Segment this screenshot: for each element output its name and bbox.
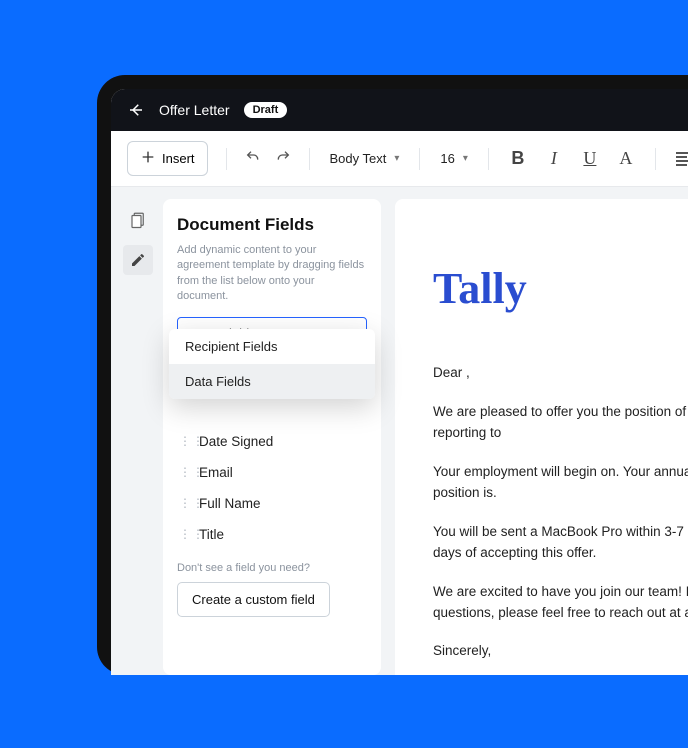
document-canvas[interactable]: Tally Dear , We are pleased to offer you…: [395, 199, 688, 675]
tablet-frame: Offer Letter Draft Insert B: [97, 75, 688, 675]
field-item[interactable]: ⋮⋮ Date Signed: [177, 428, 367, 455]
doc-paragraph: We are excited to have you join our team…: [433, 582, 688, 624]
field-label: Title: [199, 527, 224, 542]
editor-toolbar: Insert Body Text ▾ 16 ▾: [111, 131, 688, 187]
page-title: Offer Letter: [159, 102, 230, 118]
create-custom-field-button[interactable]: Create a custom field: [177, 582, 330, 617]
align-left-icon: [676, 152, 688, 166]
field-item[interactable]: ⋮⋮ Title: [177, 521, 367, 548]
editor-main: Document Fields Add dynamic content to y…: [111, 187, 688, 675]
drag-handle-icon[interactable]: ⋮⋮: [179, 465, 189, 479]
paragraph-style-dropdown[interactable]: Body Text ▾: [328, 147, 402, 170]
side-panel: Document Fields Add dynamic content to y…: [123, 199, 381, 675]
font-size-dropdown[interactable]: 16 ▾: [438, 147, 470, 170]
chevron-down-icon: ▾: [394, 153, 399, 164]
app-screen: Offer Letter Draft Insert B: [111, 89, 688, 675]
edit-tab[interactable]: [123, 245, 153, 275]
document-fields-card: Document Fields Add dynamic content to y…: [163, 199, 381, 675]
text-color-button[interactable]: A: [615, 148, 637, 169]
field-list: ⋮⋮ Date Signed ⋮⋮ Email ⋮⋮ Full Name ⋮: [177, 428, 367, 548]
field-item[interactable]: ⋮⋮ Full Name: [177, 490, 367, 517]
pages-tab[interactable]: [123, 205, 153, 235]
toolbar-separator: [309, 148, 310, 170]
drag-handle-icon[interactable]: ⋮⋮: [179, 496, 189, 510]
company-logo: Tally: [433, 255, 688, 323]
font-size-value: 16: [440, 151, 454, 166]
undo-icon[interactable]: [245, 149, 261, 168]
back-arrow-icon[interactable]: [127, 101, 145, 119]
field-label: Date Signed: [199, 434, 273, 449]
field-label: Email: [199, 465, 233, 480]
field-type-popover: Recipient Fields Data Fields: [169, 329, 375, 399]
field-item[interactable]: ⋮⋮ Email: [177, 459, 367, 486]
toolbar-separator: [488, 148, 489, 170]
drag-handle-icon[interactable]: ⋮⋮: [179, 527, 189, 541]
option-recipient-fields[interactable]: Recipient Fields: [169, 329, 375, 364]
titlebar: Offer Letter Draft: [111, 89, 688, 131]
redo-icon[interactable]: [275, 149, 291, 168]
status-badge: Draft: [244, 102, 288, 118]
insert-label: Insert: [162, 151, 195, 166]
chevron-down-icon: ▾: [463, 153, 468, 164]
custom-field-prompt: Don't see a field you need?: [177, 562, 367, 574]
align-dropdown[interactable]: ▾: [674, 148, 688, 170]
field-label: Full Name: [199, 496, 261, 511]
drag-handle-icon[interactable]: ⋮⋮: [179, 434, 189, 448]
doc-paragraph: Dear ,: [433, 363, 688, 384]
doc-paragraph: We are pleased to offer you the position…: [433, 402, 688, 444]
toolbar-separator: [655, 148, 656, 170]
plus-icon: [140, 149, 156, 168]
panel-description: Add dynamic content to your agreement te…: [177, 243, 367, 305]
option-data-fields[interactable]: Data Fields: [169, 364, 375, 399]
side-tabs: [123, 199, 153, 675]
panel-title: Document Fields: [177, 215, 367, 235]
insert-button[interactable]: Insert: [127, 141, 208, 176]
bold-button[interactable]: B: [507, 148, 529, 169]
toolbar-separator: [419, 148, 420, 170]
doc-paragraph: Sincerely,: [433, 641, 688, 662]
toolbar-separator: [226, 148, 227, 170]
paragraph-style-label: Body Text: [330, 151, 387, 166]
doc-paragraph: You will be sent a MacBook Pro within 3-…: [433, 522, 688, 564]
italic-button[interactable]: I: [543, 148, 565, 169]
doc-paragraph: Your employment will begin on. Your annu…: [433, 462, 688, 504]
underline-button[interactable]: U: [579, 148, 601, 169]
